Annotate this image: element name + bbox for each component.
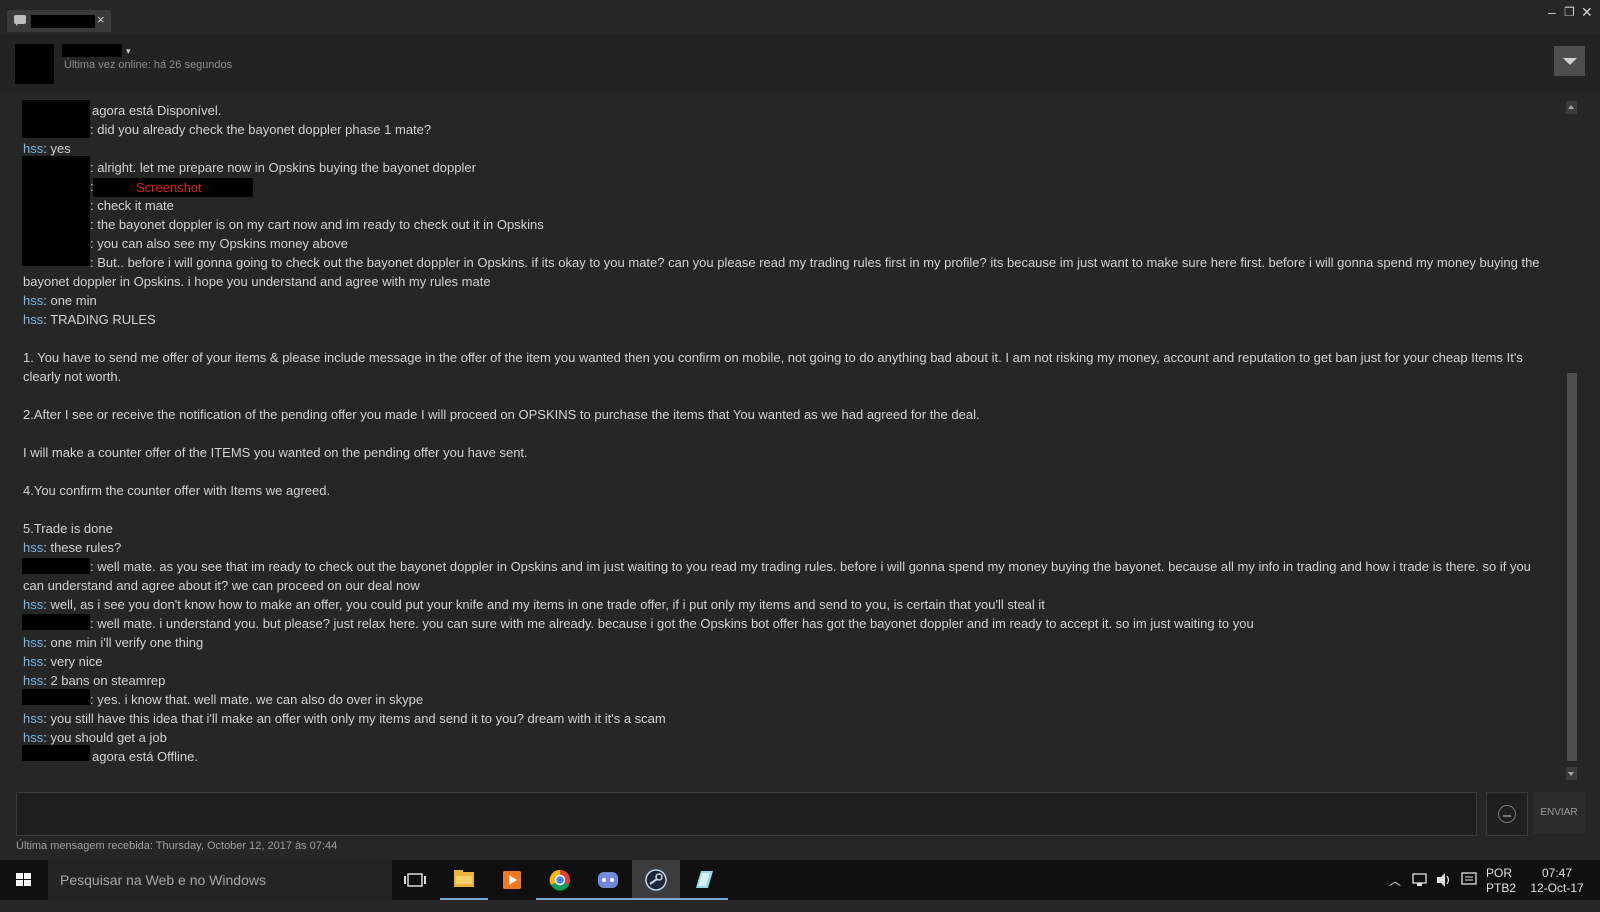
media-player-icon[interactable]: [488, 860, 536, 900]
minimize-button[interactable]: –: [1548, 4, 1556, 20]
last-message-received: Última mensagem recebida: Thursday, Octo…: [16, 840, 338, 852]
chat-message: : well mate. i understand you. but pleas…: [90, 616, 1254, 631]
file-explorer-icon[interactable]: [440, 860, 488, 900]
chat-message: 1. You have to send me offer of your ite…: [23, 350, 1523, 384]
chat-message: : well mate. as you see that im ready to…: [23, 559, 1531, 593]
start-button[interactable]: [0, 860, 48, 900]
chevron-down-icon[interactable]: ▾: [126, 46, 131, 57]
chat-message: hss: yes: [23, 141, 71, 156]
tab-close-button[interactable]: ×: [97, 12, 105, 28]
chat-message: hss: you should get a job: [23, 730, 167, 745]
clock-date: 12-Oct-17: [1530, 881, 1584, 895]
last-online-status: Última vez online: há 26 segundos: [64, 59, 233, 71]
keyboard-layout: PTB2: [1486, 881, 1517, 895]
close-window-button[interactable]: ✕: [1581, 4, 1593, 20]
chat-options-dropdown-button[interactable]: [1554, 46, 1585, 76]
avatar[interactable]: [15, 44, 54, 84]
chat-message: hss: well, as i see you don't know how t…: [23, 597, 1045, 612]
chat-message: : yes. i know that. well mate. we can al…: [90, 692, 424, 707]
chat-message: agora está Offline.: [92, 749, 198, 764]
chrome-icon[interactable]: [536, 860, 584, 900]
windows-logo-icon: [16, 873, 32, 887]
chat-message: hss: 2 bans on steamrep: [23, 673, 166, 688]
chat-message: hss: you still have this idea that i'll …: [23, 711, 666, 726]
chat-message: : did you already check the bayonet dopp…: [90, 122, 432, 137]
message-input[interactable]: [17, 793, 1476, 835]
chat-bubble-icon: [14, 15, 26, 26]
chat-tab[interactable]: ×: [7, 10, 111, 32]
steam-icon[interactable]: [632, 860, 680, 900]
chat-message: 5.Trade is done: [23, 521, 113, 536]
title-bar: × – ❐ ✕: [0, 0, 1600, 34]
maximize-button[interactable]: ❐: [1564, 4, 1575, 20]
chat-message: hss: one min i'll verify one thing: [23, 635, 204, 650]
input-language-indicator[interactable]: POR PTB2: [1486, 866, 1516, 906]
action-center-icon[interactable]: [1459, 860, 1479, 900]
chat-message: : the bayonet doppler is on my cart now …: [90, 217, 544, 232]
chevron-up-icon[interactable]: ︿: [1389, 872, 1401, 912]
notes-app-icon[interactable]: [680, 860, 728, 900]
friend-name-redacted[interactable]: [62, 44, 122, 57]
discord-icon[interactable]: [584, 860, 632, 900]
chat-message: : alright. let me prepare now in Opskins…: [90, 160, 476, 175]
scroll-down-arrow[interactable]: [1566, 767, 1577, 780]
message-input-wrapper: [16, 792, 1477, 836]
language-code: POR: [1486, 866, 1513, 880]
scrollbar-thumb[interactable]: [1567, 373, 1577, 761]
chat-message: hss: one min: [23, 293, 97, 308]
chat-message: 4.You confirm the counter offer with Ite…: [23, 483, 331, 498]
chat-message: hss: TRADING RULES: [23, 312, 156, 327]
task-view-icon[interactable]: [392, 860, 440, 900]
emoticon-button[interactable]: [1486, 792, 1528, 836]
chat-message: : you can also see my Opskins money abov…: [90, 236, 348, 251]
clock[interactable]: 07:47 12-Oct-17: [1529, 866, 1585, 906]
chat-message: hss: very nice: [23, 654, 103, 669]
chat-header: ▾ Última vez online: há 26 segundos: [0, 34, 1600, 92]
taskbar-search-box[interactable]: Pesquisar na Web e no Windows: [48, 860, 392, 900]
chat-message: :: [90, 179, 94, 194]
chat-message: I will make a counter offer of the ITEMS…: [23, 445, 528, 460]
chat-message: agora está Disponível.: [92, 103, 222, 118]
screenshot-link[interactable]: Screenshot: [93, 178, 253, 197]
clock-time: 07:47: [1541, 866, 1573, 880]
search-placeholder: Pesquisar na Web e no Windows: [60, 872, 266, 888]
chat-message: : check it mate: [90, 198, 174, 213]
scroll-up-arrow[interactable]: [1566, 101, 1577, 114]
tab-friend-name-redacted: [31, 15, 95, 28]
smiley-icon: [1498, 805, 1516, 823]
chat-message: hss: these rules?: [23, 540, 122, 555]
taskbar: Pesquisar na Web e no Windows ︿ POR PTB2…: [0, 860, 1600, 900]
volume-icon[interactable]: [1434, 860, 1454, 900]
chat-message: 2.After I see or receive the notificatio…: [23, 407, 980, 422]
send-button[interactable]: ENVIAR: [1533, 792, 1585, 834]
chat-message: : But.. before i will gonna going to che…: [23, 255, 1540, 289]
network-icon[interactable]: [1410, 860, 1430, 900]
